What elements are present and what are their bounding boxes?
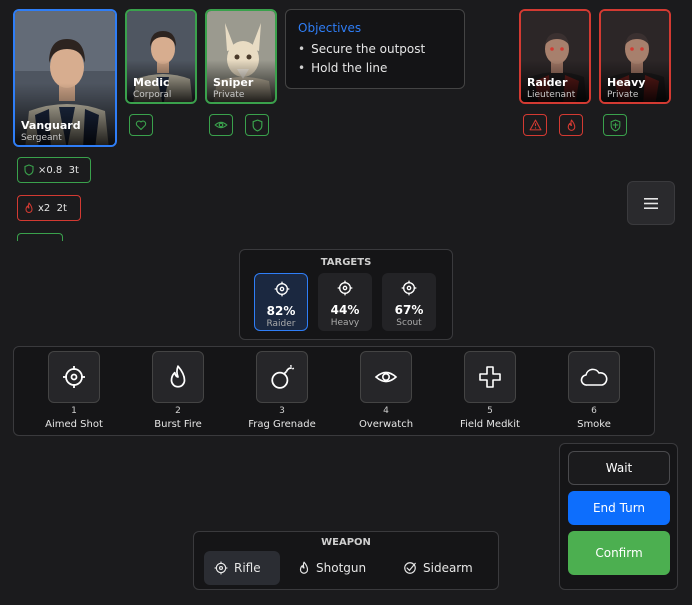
unit-name: Vanguard (21, 119, 81, 132)
weapon-tab-rifle[interactable]: Rifle (204, 551, 280, 585)
shield-cross-icon[interactable] (603, 114, 627, 136)
enemy-card-heavy[interactable]: Heavy Private (599, 9, 671, 104)
shield-icon (24, 164, 34, 176)
target-scout[interactable]: 67% Scout (382, 273, 436, 331)
target-hit-chance: 67% (394, 303, 424, 317)
weapon-tab-label: Sidearm (423, 561, 473, 575)
flame-icon (24, 202, 34, 214)
ability-frag-grenade[interactable] (256, 351, 308, 403)
unit-rank: Lieutenant (527, 90, 576, 100)
target-heavy[interactable]: 44% Heavy (318, 273, 372, 331)
crosshair-icon (337, 280, 353, 296)
ability-name: Smoke (577, 419, 611, 430)
target-name: Scout (396, 318, 422, 328)
wait-button[interactable]: Wait (568, 451, 670, 485)
unit-name: Raider (527, 76, 568, 89)
ability-hotkey: 3 (279, 406, 285, 416)
unit-card-medic[interactable]: Medic Corporal (125, 9, 197, 104)
ability-hotkey: 1 (71, 406, 77, 416)
objective-item: • Hold the line (298, 61, 388, 75)
medical-cross-icon (479, 366, 501, 388)
unit-card-sniper[interactable]: Sniper Private (205, 9, 277, 104)
bomb-icon (271, 364, 295, 389)
status-effect-partial (17, 233, 63, 241)
unit-rank: Private (607, 90, 639, 100)
flame-icon[interactable] (559, 114, 583, 136)
objectives-title: Objectives (298, 21, 362, 35)
unit-card-vanguard[interactable]: Vanguard Sergeant (13, 9, 117, 147)
ability-name: Field Medkit (460, 419, 520, 430)
crosshair-icon (401, 280, 417, 296)
ability-name: Frag Grenade (248, 419, 316, 430)
hamburger-icon (644, 197, 658, 209)
enemy-card-raider[interactable]: Raider Lieutenant (519, 9, 591, 104)
unit-name: Sniper (213, 76, 254, 89)
status-effect-label: x2 2t (38, 202, 67, 214)
status-effect-burn[interactable]: x2 2t (17, 195, 81, 221)
ability-burst-fire[interactable] (152, 351, 204, 403)
menu-button[interactable] (627, 181, 675, 225)
ability-name: Aimed Shot (45, 419, 103, 430)
unit-rank: Sergeant (21, 133, 62, 143)
unit-rank: Private (213, 90, 245, 100)
crosshair-icon (274, 281, 290, 297)
ability-hotkey: 4 (383, 406, 389, 416)
ability-name: Burst Fire (154, 419, 202, 430)
eye-icon (374, 371, 398, 383)
heart-icon[interactable] (129, 114, 153, 136)
ability-field-medkit[interactable] (464, 351, 516, 403)
target-hit-chance: 44% (330, 303, 360, 317)
target-name: Raider (266, 319, 296, 329)
ability-hotkey: 5 (487, 406, 493, 416)
ability-smoke[interactable] (568, 351, 620, 403)
weapon-tab-sidearm[interactable]: Sidearm (393, 551, 483, 585)
target-name: Heavy (330, 318, 360, 328)
target-hit-chance: 82% (266, 304, 296, 318)
ability-hotkey: 2 (175, 406, 181, 416)
objective-item: • Secure the outpost (298, 42, 426, 56)
target-raider[interactable]: 82% Raider (254, 273, 308, 331)
objectives-panel: Objectives • Secure the outpost • Hold the… (285, 9, 465, 89)
flame-icon (170, 365, 186, 388)
ability-aimed-shot[interactable] (48, 351, 100, 403)
warning-icon[interactable] (523, 114, 547, 136)
unit-name: Heavy (607, 76, 646, 89)
crosshair-icon (63, 366, 85, 388)
weapon-tab-label: Shotgun (316, 561, 367, 575)
shield-icon[interactable] (245, 114, 269, 136)
cloud-icon (580, 368, 608, 386)
unit-rank: Corporal (133, 90, 172, 100)
status-effect-shield[interactable]: ×0.8 3t (17, 157, 91, 183)
target-check-icon (404, 562, 416, 574)
ability-hotkey: 6 (591, 406, 597, 416)
eye-icon[interactable] (209, 114, 233, 136)
crosshair-icon (214, 561, 228, 575)
confirm-button[interactable]: Confirm (568, 531, 670, 575)
weapon-title: WEAPON (321, 537, 371, 548)
weapon-tab-shotgun[interactable]: Shotgun (288, 551, 376, 585)
end-turn-button[interactable]: End Turn (568, 491, 670, 525)
status-effect-label: ×0.8 3t (38, 164, 79, 176)
flame-icon (299, 561, 309, 574)
weapon-tab-label: Rifle (234, 561, 261, 575)
unit-name: Medic (133, 76, 170, 89)
ability-name: Overwatch (358, 419, 414, 430)
targets-title: TARGETS (320, 257, 372, 268)
ability-overwatch[interactable] (360, 351, 412, 403)
